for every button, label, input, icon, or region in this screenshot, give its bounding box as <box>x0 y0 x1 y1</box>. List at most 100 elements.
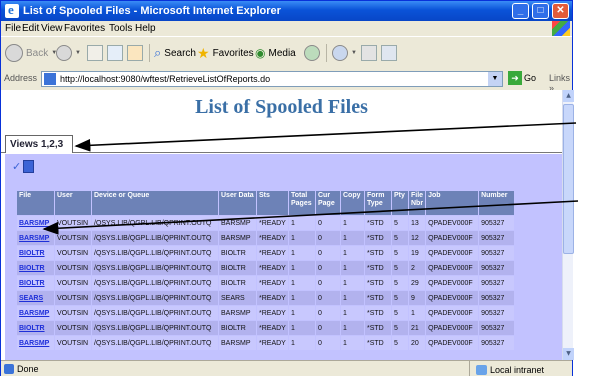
col-cur-page[interactable]: Cur Page <box>316 191 340 215</box>
col-user-data[interactable]: User Data <box>219 191 256 215</box>
table-cell: BIOLTR <box>219 321 256 335</box>
maximize-button[interactable]: □ <box>532 3 549 19</box>
table-cell: QPADEV000F <box>426 261 479 275</box>
edit-button[interactable] <box>381 43 397 63</box>
col-copy[interactable]: Copy <box>341 191 364 215</box>
table-cell: *READY <box>257 336 288 350</box>
address-input[interactable]: http://localhost:9080/wftest/RetrieveLis… <box>41 71 503 87</box>
table-cell: 905327 <box>479 261 515 275</box>
file-link[interactable]: BARSMP <box>17 231 54 245</box>
table-row: BARSMP VOUTSIN/QSYS.LIB/QGPL.LIB/QPRINT.O… <box>17 306 515 320</box>
address-label: Address <box>4 73 38 83</box>
table-cell: *READY <box>257 306 288 320</box>
history-button[interactable] <box>304 43 320 63</box>
col-file[interactable]: File <box>17 191 54 215</box>
favorites-button[interactable]: ★ Favorites <box>197 43 254 63</box>
table-cell: /QSYS.LIB/QGPL.LIB/QPRINT.OUTQ <box>92 321 218 335</box>
table-cell: 5 <box>392 336 408 350</box>
menu-favorites[interactable]: Favorites <box>64 23 105 34</box>
menu-file[interactable]: File <box>5 23 21 34</box>
file-link[interactable]: BIOLTR <box>17 321 54 335</box>
scroll-up-icon[interactable]: ▲ <box>563 90 574 102</box>
table-cell: 1 <box>341 246 364 260</box>
chevron-down-icon[interactable]: ▼ <box>488 72 502 86</box>
table-cell: QPADEV000F <box>426 246 479 260</box>
refresh-icon <box>107 45 123 61</box>
home-button[interactable] <box>127 43 143 63</box>
file-link[interactable]: BIOLTR <box>17 246 54 260</box>
search-button[interactable]: ⌕ Search <box>154 43 196 63</box>
go-button[interactable]: ➜ Go <box>508 71 536 85</box>
col-number[interactable]: Number <box>479 191 515 215</box>
table-cell: 2 <box>409 261 426 275</box>
col-device[interactable]: Device or Queue <box>92 191 218 215</box>
menu-view[interactable]: View <box>41 23 63 34</box>
table-cell: 1 <box>341 336 364 350</box>
col-file-number[interactable]: File Nbr <box>409 191 426 215</box>
file-link[interactable]: SEARS <box>17 291 54 305</box>
stop-button[interactable] <box>87 43 103 63</box>
table-cell: 1 <box>341 291 364 305</box>
table-cell: 905327 <box>479 306 515 320</box>
col-total-pages[interactable]: Total Pages <box>289 191 315 215</box>
col-user[interactable]: User <box>55 191 91 215</box>
views-panel: ✓ File User Device or Queue User Data St… <box>5 154 562 360</box>
table-cell: 905327 <box>479 216 515 230</box>
col-form-type[interactable]: Form Type <box>365 191 391 215</box>
back-button[interactable]: Back ▼ <box>5 43 57 63</box>
title-bar[interactable]: List of Spooled Files - Microsoft Intern… <box>1 1 572 21</box>
page-icon <box>44 73 56 85</box>
table-cell: QPADEV000F <box>426 336 479 350</box>
table-cell: 29 <box>409 276 426 290</box>
table-cell: 0 <box>316 231 340 245</box>
table-cell: QPADEV000F <box>426 306 479 320</box>
checkmark-icon[interactable]: ✓ <box>12 160 21 173</box>
table-cell: /QSYS.LIB/QGPL.LIB/QPRINT.OUTQ <box>92 261 218 275</box>
table-cell: VOUTSIN <box>55 321 91 335</box>
browser-window: List of Spooled Files - Microsoft Intern… <box>0 0 574 376</box>
vertical-scrollbar[interactable]: ▲ ▼ <box>562 90 574 360</box>
file-link[interactable]: BARSMP <box>17 306 54 320</box>
menu-help[interactable]: Help <box>135 23 156 34</box>
status-text: Done <box>17 364 39 374</box>
table-cell: 905327 <box>479 336 515 350</box>
file-link[interactable]: BARSMP <box>17 336 54 350</box>
tab-views[interactable]: Views 1,2,3 <box>5 135 73 153</box>
table-cell: VOUTSIN <box>55 216 91 230</box>
table-cell: 5 <box>392 291 408 305</box>
menu-edit[interactable]: Edit <box>22 23 39 34</box>
print-button[interactable] <box>361 43 377 63</box>
forward-button[interactable]: ▼ <box>56 43 81 63</box>
minimize-button[interactable]: _ <box>512 3 529 19</box>
table-cell: *READY <box>257 231 288 245</box>
table-cell: 905327 <box>479 246 515 260</box>
media-button[interactable]: ◉ Media <box>255 43 296 63</box>
table-cell: VOUTSIN <box>55 276 91 290</box>
table-cell: 19 <box>409 246 426 260</box>
table-cell: 905327 <box>479 276 515 290</box>
table-cell: VOUTSIN <box>55 306 91 320</box>
table-cell: BARSMP <box>219 306 256 320</box>
history-icon <box>304 45 320 61</box>
col-priority[interactable]: Pty <box>392 191 408 215</box>
scroll-thumb[interactable] <box>563 104 574 254</box>
table-cell: *STD <box>365 291 391 305</box>
table-cell: 0 <box>316 261 340 275</box>
scroll-down-icon[interactable]: ▼ <box>563 348 574 360</box>
document-icon[interactable] <box>23 160 35 173</box>
table-cell: 1 <box>341 321 364 335</box>
close-button[interactable]: ✕ <box>552 3 569 19</box>
col-status[interactable]: Sts <box>257 191 288 215</box>
file-link[interactable]: BARSMP <box>17 216 54 230</box>
menu-tools[interactable]: Tools <box>109 23 132 34</box>
mail-button[interactable]: ▼ <box>332 43 357 63</box>
refresh-button[interactable] <box>107 43 123 63</box>
table-cell: /QSYS.LIB/QGPL.LIB/QPRINT.OUTQ <box>92 231 218 245</box>
file-link[interactable]: BIOLTR <box>17 276 54 290</box>
file-link[interactable]: BIOLTR <box>17 261 54 275</box>
table-cell: QPADEV000F <box>426 276 479 290</box>
table-cell: 905327 <box>479 231 515 245</box>
table-row: SEARS VOUTSIN/QSYS.LIB/QGPL.LIB/QPRINT.OU… <box>17 291 515 305</box>
col-job[interactable]: Job <box>426 191 479 215</box>
table-cell: *STD <box>365 336 391 350</box>
